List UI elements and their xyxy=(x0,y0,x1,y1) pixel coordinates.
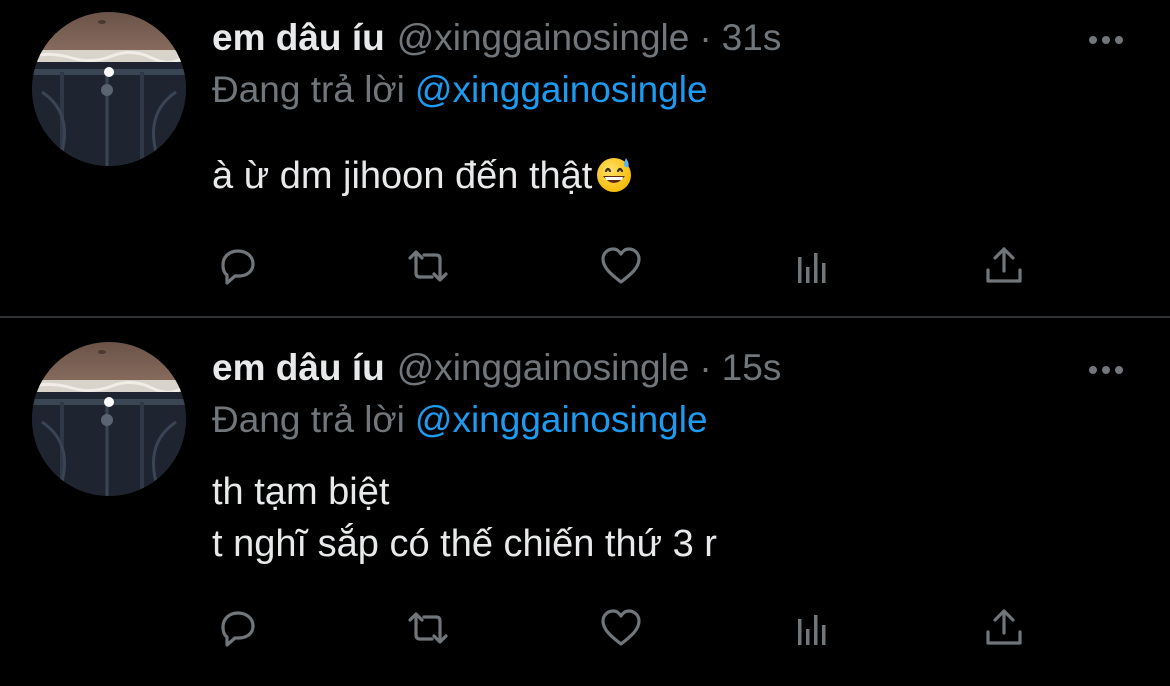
like-button[interactable] xyxy=(595,602,647,654)
reply-mention-link[interactable]: @xinggainosingle xyxy=(415,69,708,110)
reply-context: Đang trả lời @xinggainosingle xyxy=(212,66,708,114)
display-name[interactable]: em dâu íu xyxy=(212,347,385,388)
more-icon xyxy=(1089,36,1123,44)
grinning-face-with-sweat-icon xyxy=(597,158,632,192)
tweet-text-content: à ừ dm jihoon đến thật xyxy=(212,155,593,197)
share-button[interactable] xyxy=(978,602,1030,654)
tweet-header: em dâu íu @xinggainosingle · 31s xyxy=(212,14,781,62)
avatar-image xyxy=(32,342,186,496)
separator-dot: · xyxy=(699,347,712,388)
user-handle[interactable]: @xinggainosingle xyxy=(397,17,690,58)
reply-label: Đang trả lời xyxy=(212,399,405,440)
timestamp[interactable]: 31s xyxy=(722,17,782,58)
heart-icon xyxy=(601,609,641,646)
avatar-image xyxy=(32,12,186,166)
reply-context: Đang trả lời @xinggainosingle xyxy=(212,396,708,444)
views-icon xyxy=(798,253,826,283)
share-icon xyxy=(986,247,1022,283)
retweet-icon xyxy=(408,250,448,282)
heart-icon xyxy=(601,247,641,284)
tweet-actions xyxy=(212,602,1052,654)
reply-mention-link[interactable]: @xinggainosingle xyxy=(415,399,708,440)
avatar[interactable] xyxy=(32,12,186,166)
tweet[interactable]: em dâu íu @xinggainosingle · 31s Đang trả l… xyxy=(0,0,1170,316)
avatar[interactable] xyxy=(32,342,186,496)
retweet-icon xyxy=(408,612,448,644)
more-button[interactable] xyxy=(1086,30,1126,50)
tweet-text: à ừ dm jihoon đến thật xyxy=(212,150,634,202)
tweet-text: th tạm biệt t nghĩ sắp có thế chiến thứ … xyxy=(212,471,717,565)
like-button[interactable] xyxy=(595,240,647,292)
reply-button[interactable] xyxy=(212,240,264,292)
reply-label: Đang trả lời xyxy=(212,69,405,110)
retweet-button[interactable] xyxy=(402,240,454,292)
tweet[interactable]: em dâu íu @xinggainosingle · 15s Đang trả l… xyxy=(0,318,1170,686)
separator-dot: · xyxy=(699,17,712,58)
reply-icon xyxy=(221,249,255,285)
views-button[interactable] xyxy=(787,602,839,654)
tweet-actions xyxy=(212,240,1052,292)
reply-icon xyxy=(221,611,255,647)
tweet-header: em dâu íu @xinggainosingle · 15s xyxy=(212,344,781,392)
more-button[interactable] xyxy=(1086,360,1126,380)
retweet-button[interactable] xyxy=(402,602,454,654)
display-name[interactable]: em dâu íu xyxy=(212,17,385,58)
timestamp[interactable]: 15s xyxy=(722,347,782,388)
more-icon xyxy=(1089,366,1123,374)
share-icon xyxy=(986,609,1022,645)
views-button[interactable] xyxy=(787,240,839,292)
views-icon xyxy=(798,615,826,645)
share-button[interactable] xyxy=(978,240,1030,292)
user-handle[interactable]: @xinggainosingle xyxy=(397,347,690,388)
reply-button[interactable] xyxy=(212,602,264,654)
